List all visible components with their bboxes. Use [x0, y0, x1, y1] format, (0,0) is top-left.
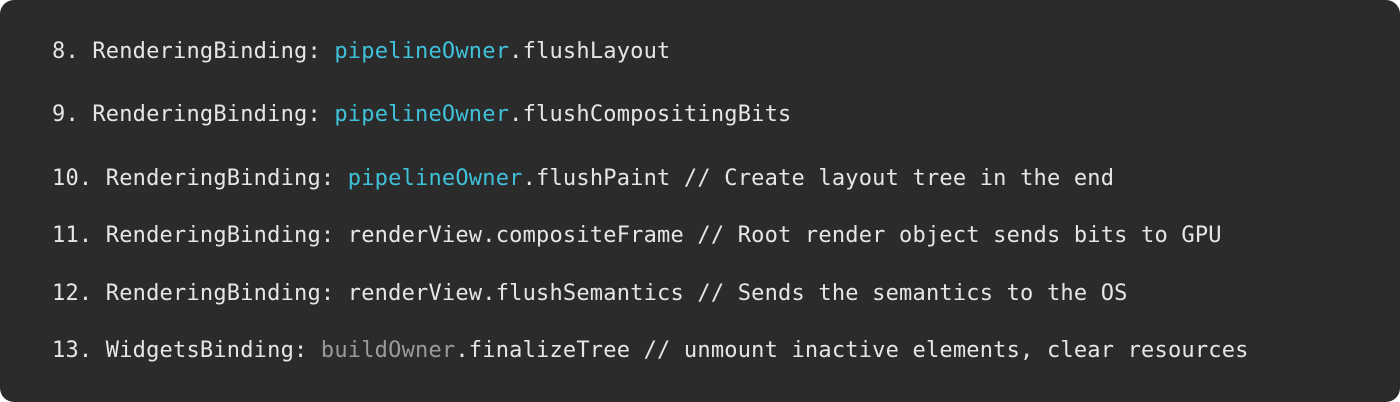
- code-line-object: renderView: [347, 281, 483, 306]
- code-line-suffix: .flushSemantics // Sends the semantics t…: [482, 281, 1128, 306]
- code-line-object: renderView: [347, 223, 483, 248]
- code-line-9: 9. RenderingBinding: pipelineOwner.flush…: [52, 101, 792, 129]
- code-line-prefix: 8. RenderingBinding:: [52, 39, 335, 64]
- code-line-12: 12. RenderingBinding: renderView.flushSe…: [52, 280, 1128, 308]
- code-line-suffix: .flushLayout: [509, 39, 671, 64]
- code-line-suffix: .flushPaint // Create layout tree in the…: [522, 166, 1115, 191]
- code-line-prefix: 13. WidgetsBinding:: [52, 338, 321, 363]
- code-line-suffix: .finalizeTree // unmount inactive elemen…: [455, 338, 1249, 363]
- code-line-object: pipelineOwner: [334, 39, 510, 64]
- code-line-13: 13. WidgetsBinding: buildOwner.finalizeT…: [52, 337, 1249, 365]
- code-line-suffix: .flushCompositingBits: [509, 102, 792, 127]
- code-line-suffix: .compositeFrame // Root render object se…: [482, 223, 1222, 248]
- code-line-object: pipelineOwner: [334, 102, 510, 127]
- code-line-prefix: 9. RenderingBinding:: [52, 102, 335, 127]
- code-line-object: buildOwner: [320, 338, 456, 363]
- code-line-prefix: 10. RenderingBinding:: [52, 166, 348, 191]
- code-line-prefix: 12. RenderingBinding:: [52, 281, 348, 306]
- code-line-prefix: 11. RenderingBinding:: [52, 223, 348, 248]
- code-line-11: 11. RenderingBinding: renderView.composi…: [52, 222, 1222, 250]
- code-line-object: pipelineOwner: [347, 166, 523, 191]
- code-line-10: 10. RenderingBinding: pipelineOwner.flus…: [52, 165, 1114, 193]
- code-snippet-panel: 8. RenderingBinding: pipelineOwner.flush…: [0, 0, 1400, 402]
- code-line-8: 8. RenderingBinding: pipelineOwner.flush…: [52, 38, 671, 66]
